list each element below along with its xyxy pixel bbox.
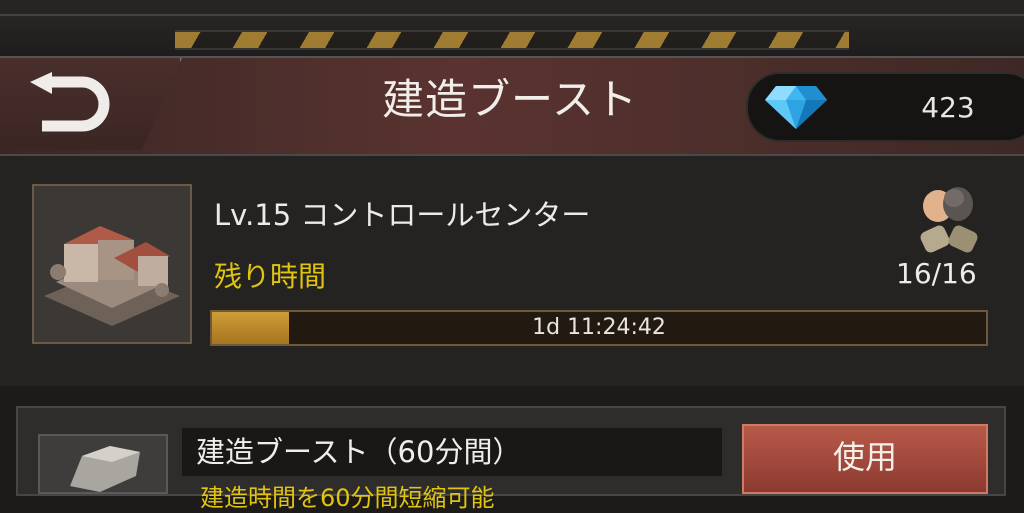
progress-timer: 1d 11:24:42 [532,315,666,340]
boost-item-icon [40,436,166,492]
item-description: 建造時間を60分間短縮可能 [200,484,495,512]
building-name: Lv.15 コントロールセンター [214,198,591,232]
top-plate [0,0,1024,16]
help-count: 16/16 [896,257,977,290]
back-arrow-icon [30,72,110,132]
diamond-count: 423 [921,91,975,124]
top-frame [0,0,1024,56]
item-name: 建造ブースト（60分間） [196,435,522,469]
remaining-time-label: 残り時間 [214,260,327,293]
currency-display[interactable]: 423 [746,72,1024,142]
diamond-icon [765,86,827,129]
page-title: 建造ブースト [382,75,638,124]
building-icon [34,186,190,342]
alliance-help-icon[interactable] [914,180,984,260]
hazard-stripe [175,30,849,50]
use-button[interactable]: 使用 [742,424,988,494]
progress-bar: 1d 11:24:42 [210,310,988,346]
item-image [38,434,168,494]
building-image [32,184,192,344]
